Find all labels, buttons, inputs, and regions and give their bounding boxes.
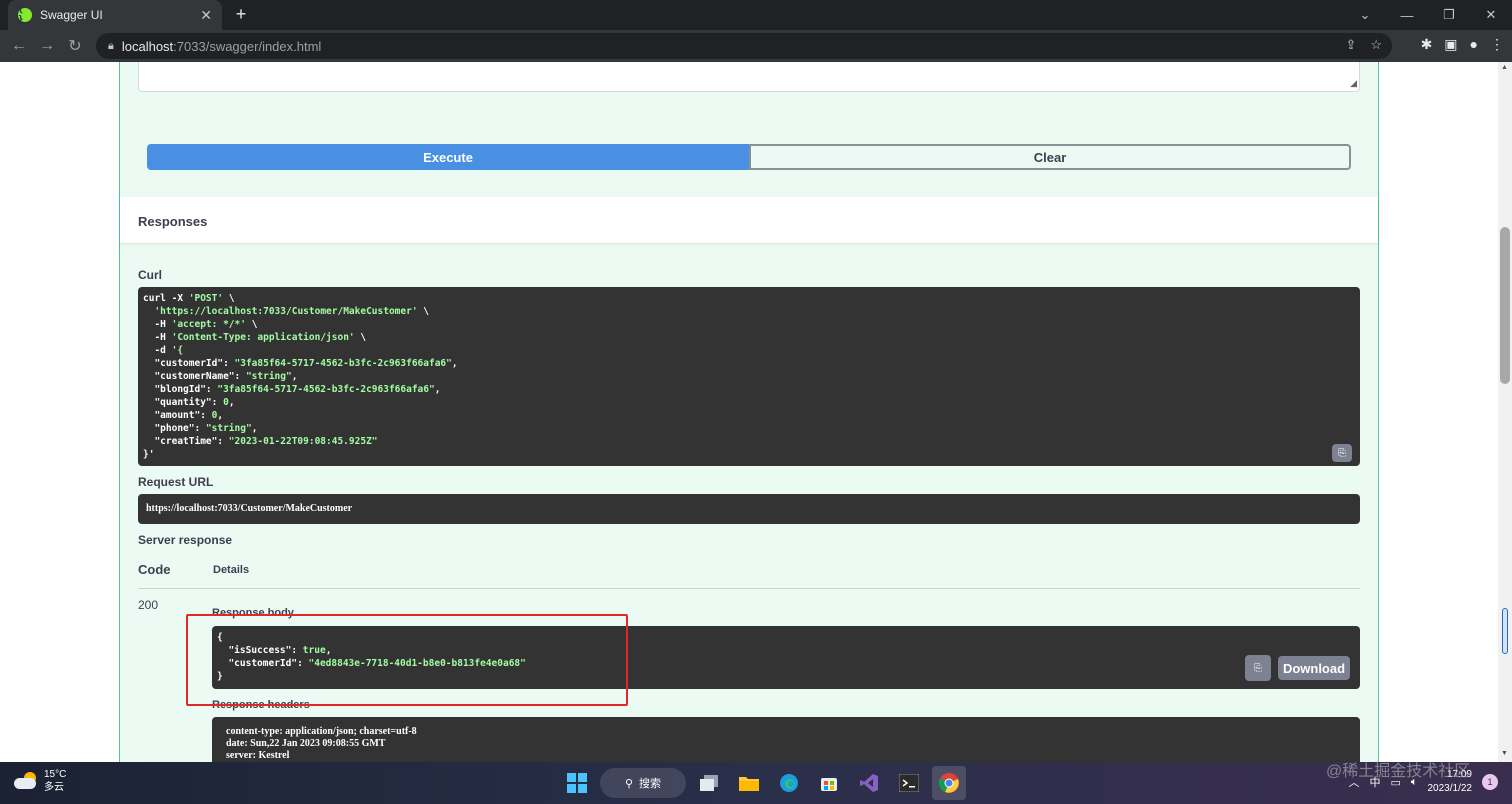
curl-line: "phone": "string",: [143, 423, 258, 434]
bookmark-star-icon[interactable]: ☆: [1370, 37, 1382, 53]
curl-line: curl -X 'POST' \: [143, 293, 235, 304]
response-header-line: date: Sun,22 Jan 2023 09:08:55 GMT: [226, 738, 386, 749]
browser-toolbar: ← → ↻ 🔒︎ localhost:7033/swagger/index.ht…: [0, 30, 1512, 62]
restore-icon[interactable]: ❐: [1428, 0, 1470, 30]
request-body-textarea[interactable]: ◢: [138, 62, 1360, 92]
curl-line: -H 'Content-Type: application/json' \: [143, 332, 367, 343]
tab-title: Swagger UI: [40, 8, 103, 22]
copy-response-icon[interactable]: ⎘: [1245, 655, 1271, 681]
side-panel-icon[interactable]: ▣: [1444, 36, 1457, 53]
request-url-box[interactable]: https://localhost:7033/Customer/MakeCust…: [138, 494, 1360, 524]
curl-label: Curl: [138, 268, 162, 282]
tab-search-icon[interactable]: ⌄: [1344, 0, 1386, 30]
page-scrollbar[interactable]: ▲ ▼: [1498, 62, 1512, 762]
status-code: 200: [138, 598, 159, 612]
lock-icon[interactable]: 🔒︎: [108, 40, 114, 53]
curl-line: -H 'accept: */*' \: [143, 319, 258, 330]
address-bar[interactable]: 🔒︎ localhost:7033/swagger/index.html ⇪ ☆: [96, 33, 1392, 59]
annotation-highlight-box: [186, 614, 628, 706]
execute-button[interactable]: Execute: [147, 144, 749, 170]
share-icon[interactable]: ⇪: [1345, 37, 1356, 53]
curl-line: "customerId": "3fa85f64-5717-4562-b3fc-2…: [143, 358, 458, 369]
details-column-header: Details: [213, 564, 250, 576]
curl-line: -d '{: [143, 345, 184, 356]
response-headers-block[interactable]: content-type: application/json; charset=…: [212, 717, 1360, 762]
notification-badge[interactable]: 1: [1482, 774, 1498, 790]
forward-icon[interactable]: →: [37, 36, 57, 56]
curl-line: 'https://localhost:7033/Customer/MakeCus…: [154, 306, 430, 317]
curl-line: "quantity": 0,: [143, 397, 235, 408]
terminal-icon[interactable]: [892, 766, 926, 800]
windows-taskbar: 15°C 多云 ⚲ 搜索 ︿ 中 ▭ 🔈︎ 17:09 2023/1/22 1: [0, 762, 1512, 804]
copy-curl-icon[interactable]: ⎘: [1332, 444, 1352, 462]
search-label: 搜索: [639, 778, 662, 790]
extensions-icon[interactable]: ✱: [1421, 36, 1433, 53]
weather-widget[interactable]: 15°C 多云: [14, 768, 66, 794]
response-header-line: server: Kestrel: [226, 750, 290, 761]
date: 2023/1/22: [1427, 783, 1473, 794]
temperature: 15°C: [44, 769, 67, 780]
clear-button[interactable]: Clear: [749, 144, 1351, 170]
visual-studio-icon[interactable]: [852, 766, 886, 800]
watermark: @稀土掘金技术社区: [1326, 763, 1471, 780]
curl-line: }': [143, 449, 155, 460]
file-explorer-icon[interactable]: [732, 766, 766, 800]
curl-line: "customerName": "string",: [143, 371, 298, 382]
search-icon: ⚲: [624, 777, 634, 790]
server-response-label: Server response: [138, 533, 233, 547]
resize-grip-icon[interactable]: ◢: [1350, 78, 1357, 89]
responses-header: Responses: [120, 197, 1378, 243]
back-icon[interactable]: ←: [9, 36, 29, 56]
code-column-header: Code: [138, 562, 171, 577]
curl-line: "blongId": "3fa85f64-5717-4562-b3fc-2c96…: [143, 384, 441, 395]
reload-icon[interactable]: ↻: [65, 36, 85, 56]
windows-start-icon[interactable]: [560, 766, 594, 800]
response-table-header: Code Details: [138, 562, 1360, 589]
curl-line: "creatTime": "2023-01-22T09:08:45.925Z": [143, 436, 378, 447]
swagger-favicon-icon: { }: [18, 5, 32, 25]
profile-icon[interactable]: ●: [1470, 36, 1478, 53]
scroll-down-icon[interactable]: ▼: [1501, 750, 1508, 757]
window-controls: ⌄ — ❐ ✕: [1344, 0, 1512, 30]
taskbar-search[interactable]: ⚲ 搜索: [600, 768, 686, 798]
menu-icon[interactable]: ⋮: [1490, 36, 1504, 53]
browser-tab[interactable]: { } Swagger UI ✕: [8, 0, 222, 30]
side-gauge-widget[interactable]: [1502, 608, 1508, 654]
scroll-thumb[interactable]: [1500, 227, 1510, 384]
url-path: :7033/swagger/index.html: [173, 38, 322, 54]
chrome-browser-icon[interactable]: [932, 766, 966, 800]
browser-tab-bar: { } Swagger UI ✕ + ⌄ — ❐ ✕: [0, 0, 1512, 30]
new-tab-icon[interactable]: +: [230, 4, 252, 25]
download-button[interactable]: Download: [1278, 656, 1350, 680]
close-window-icon[interactable]: ✕: [1470, 0, 1512, 30]
taskbar-apps: ⚲ 搜索: [560, 766, 966, 800]
curl-code-block[interactable]: curl -X 'POST' \ 'https://localhost:7033…: [138, 287, 1360, 466]
close-tab-icon[interactable]: ✕: [200, 7, 212, 24]
task-view-icon[interactable]: [692, 766, 726, 800]
request-url-label: Request URL: [138, 475, 214, 489]
url-host: localhost: [121, 38, 174, 54]
weather-condition: 多云: [44, 782, 64, 793]
responses-title: Responses: [138, 214, 208, 229]
minimize-icon[interactable]: —: [1386, 0, 1428, 30]
edge-browser-icon[interactable]: [772, 766, 806, 800]
cloudy-weather-icon: [14, 772, 38, 790]
curl-line: "amount": 0,: [143, 410, 224, 421]
execute-wrapper: Execute Clear: [147, 144, 1351, 170]
microsoft-store-icon[interactable]: [812, 766, 846, 800]
scroll-up-icon[interactable]: ▲: [1501, 64, 1508, 71]
response-header-line: content-type: application/json; charset=…: [226, 726, 417, 737]
